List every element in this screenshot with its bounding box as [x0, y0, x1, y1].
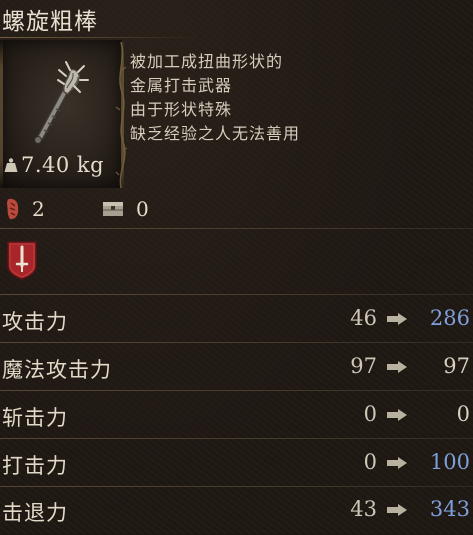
stat-new-value: 0 [456, 402, 470, 426]
row-divider [0, 438, 473, 439]
upgrade-count: 2 [32, 197, 45, 221]
stat-current-value: 46 [350, 306, 377, 330]
item-detail-panel: 螺旋粗棒 7.40 kg 被加工成扭曲形状的 金属打击武器 由于形状特殊 缺乏经… [0, 0, 473, 534]
stat-new-value: 286 [429, 306, 470, 330]
stat-row-poise-damage: 击退力 43 343 [0, 487, 473, 535]
stat-current-value: 97 [350, 354, 377, 378]
frame-edge-left [0, 38, 3, 190]
smithing-stone-icon [7, 198, 19, 220]
title-divider [0, 37, 200, 38]
stat-current-value: 0 [363, 450, 377, 474]
storage-count: 0 [136, 197, 149, 221]
item-name: 螺旋粗棒 [2, 9, 98, 35]
stat-label: 击退力 [2, 501, 68, 525]
stat-current-value: 0 [363, 402, 377, 426]
stat-row-slash: 斩击力 0 0 [0, 392, 473, 440]
sword-crest-icon [7, 241, 37, 280]
stat-label: 攻击力 [2, 310, 68, 334]
arrow-right-icon [387, 457, 407, 469]
spiked-club-icon [34, 61, 89, 144]
stat-label: 魔法攻击力 [2, 358, 112, 382]
arrow-right-icon [387, 361, 407, 373]
chest-icon [103, 202, 123, 216]
storage-info: 0 [102, 196, 149, 222]
row-divider [0, 390, 473, 391]
description-line: 缺乏经验之人无法善用 [130, 124, 301, 143]
section-divider [0, 228, 473, 229]
frame-vine-ornament [115, 41, 128, 189]
upgrade-info: 2 [6, 196, 45, 222]
stat-label: 斩击力 [2, 406, 68, 430]
arrow-right-icon [387, 409, 407, 421]
weight-row: 7.40 kg [4, 150, 104, 180]
stat-new-value: 343 [429, 497, 470, 521]
stat-row-attack: 攻击力 46 286 [0, 296, 473, 344]
row-divider [0, 342, 473, 343]
arrow-right-icon [387, 313, 407, 325]
weight-icon [4, 158, 18, 172]
stat-new-value: 97 [443, 354, 470, 378]
stat-row-magic-attack: 魔法攻击力 97 97 [0, 344, 473, 392]
arrow-right-icon [387, 504, 407, 516]
description-line: 被加工成扭曲形状的 [130, 52, 284, 71]
section-divider [0, 294, 473, 295]
stat-label: 打击力 [2, 454, 68, 478]
description-line: 金属打击武器 [130, 76, 233, 95]
item-description: 被加工成扭曲形状的 金属打击武器 由于形状特殊 缺乏经验之人无法善用 [130, 50, 300, 146]
stat-new-value: 100 [429, 450, 470, 474]
weight-value: 7.40 kg [21, 153, 105, 177]
stat-row-strike: 打击力 0 100 [0, 440, 473, 488]
description-line: 由于形状特殊 [130, 100, 233, 119]
stat-current-value: 43 [350, 497, 377, 521]
